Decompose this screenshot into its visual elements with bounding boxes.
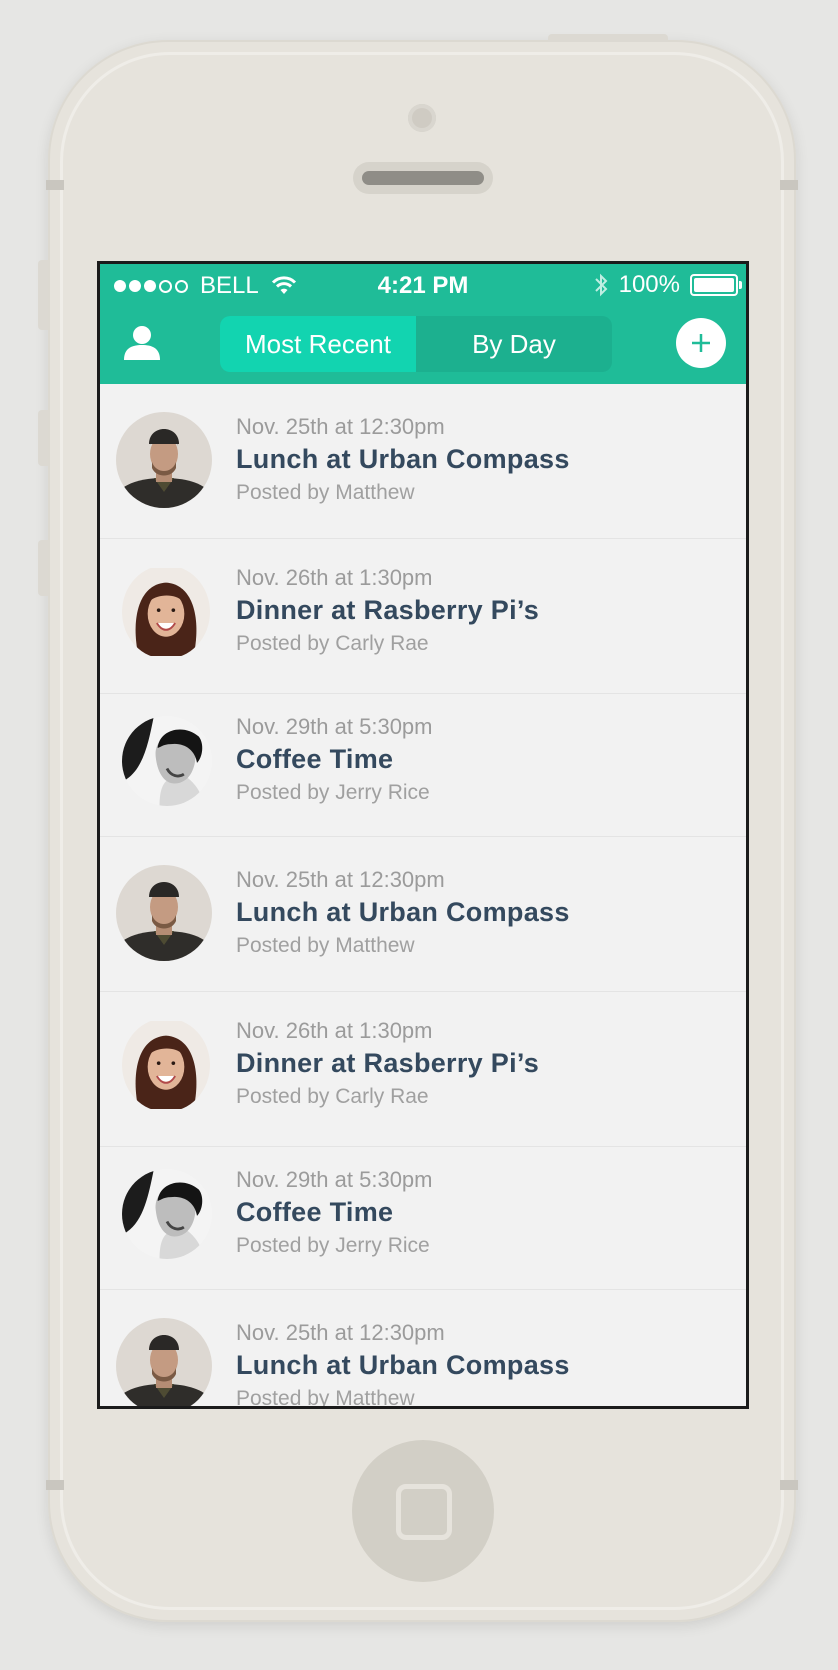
antenna-band bbox=[46, 1480, 64, 1490]
antenna-band bbox=[46, 180, 64, 190]
list-item[interactable]: Nov. 29th at 5:30pm Coffee Time Posted b… bbox=[100, 694, 746, 837]
tab-by-day[interactable]: By Day bbox=[416, 316, 612, 372]
avatar-man-profile bbox=[122, 1169, 212, 1259]
profile-icon[interactable] bbox=[120, 320, 164, 364]
item-date: Nov. 25th at 12:30pm bbox=[236, 414, 445, 439]
avatar-man-beanie bbox=[116, 1318, 212, 1406]
earpiece-speaker bbox=[353, 162, 493, 194]
avatar bbox=[122, 565, 210, 659]
item-date: Nov. 26th at 1:30pm bbox=[236, 565, 433, 590]
list-item[interactable]: Nov. 26th at 1:30pm Dinner at Rasberry P… bbox=[100, 539, 746, 694]
item-date: Nov. 25th at 12:30pm bbox=[236, 867, 445, 892]
avatar bbox=[116, 865, 212, 961]
avatar-woman-smiling bbox=[122, 1021, 210, 1109]
app-screen: BELL 4:21 PM 100% Most Recent By Day Nov… bbox=[97, 261, 749, 1409]
list-item[interactable]: Nov. 26th at 1:30pm Dinner at Rasberry P… bbox=[100, 992, 746, 1147]
item-poster: Posted by Matthew bbox=[236, 934, 415, 957]
mute-switch bbox=[38, 260, 48, 330]
item-date: Nov. 29th at 5:30pm bbox=[236, 714, 433, 739]
item-title: Lunch at Urban Compass bbox=[236, 444, 570, 474]
volume-down-button bbox=[38, 540, 48, 596]
status-bar: BELL 4:21 PM 100% bbox=[100, 264, 746, 306]
power-button bbox=[548, 34, 668, 42]
list-item[interactable]: Nov. 29th at 5:30pm Coffee Time Posted b… bbox=[100, 1147, 746, 1290]
item-title: Lunch at Urban Compass bbox=[236, 897, 570, 927]
item-texts: Nov. 26th at 1:30pm Dinner at Rasberry P… bbox=[236, 565, 539, 656]
item-title: Lunch at Urban Compass bbox=[236, 1350, 570, 1380]
avatar bbox=[116, 1318, 212, 1406]
avatar-man-beanie bbox=[116, 865, 212, 961]
nav-bar: Most Recent By Day bbox=[100, 306, 746, 384]
status-right: 100% bbox=[593, 271, 742, 299]
item-texts: Nov. 26th at 1:30pm Dinner at Rasberry P… bbox=[236, 1018, 539, 1109]
front-camera bbox=[408, 104, 436, 132]
home-square-icon bbox=[396, 1484, 452, 1540]
item-texts: Nov. 25th at 12:30pm Lunch at Urban Comp… bbox=[236, 414, 570, 505]
battery-icon bbox=[690, 274, 742, 296]
bluetooth-icon bbox=[594, 273, 608, 297]
battery-level bbox=[694, 278, 734, 292]
item-poster: Posted by Matthew bbox=[236, 481, 415, 504]
plus-icon bbox=[692, 334, 710, 352]
avatar-woman-smiling bbox=[122, 568, 210, 656]
item-title: Coffee Time bbox=[236, 744, 394, 774]
avatar bbox=[116, 412, 212, 508]
list-item[interactable]: Nov. 25th at 12:30pm Lunch at Urban Comp… bbox=[100, 837, 746, 992]
item-poster: Posted by Jerry Rice bbox=[236, 781, 430, 804]
item-texts: Nov. 29th at 5:30pm Coffee Time Posted b… bbox=[236, 1167, 433, 1258]
add-button[interactable] bbox=[676, 318, 726, 368]
item-texts: Nov. 25th at 12:30pm Lunch at Urban Comp… bbox=[236, 1320, 570, 1406]
antenna-band bbox=[780, 1480, 798, 1490]
avatar-man-profile bbox=[122, 716, 212, 806]
item-texts: Nov. 25th at 12:30pm Lunch at Urban Comp… bbox=[236, 867, 570, 958]
item-title: Coffee Time bbox=[236, 1197, 394, 1227]
item-date: Nov. 26th at 1:30pm bbox=[236, 1018, 433, 1043]
tab-most-recent[interactable]: Most Recent bbox=[220, 316, 416, 372]
item-poster: Posted by Matthew bbox=[236, 1387, 415, 1406]
item-date: Nov. 29th at 5:30pm bbox=[236, 1167, 433, 1192]
avatar bbox=[122, 1018, 210, 1112]
list-item[interactable]: Nov. 25th at 12:30pm Lunch at Urban Comp… bbox=[100, 384, 746, 539]
item-title: Dinner at Rasberry Pi’s bbox=[236, 595, 540, 625]
antenna-band bbox=[780, 180, 798, 190]
item-texts: Nov. 29th at 5:30pm Coffee Time Posted b… bbox=[236, 714, 433, 805]
item-poster: Posted by Carly Rae bbox=[236, 632, 429, 655]
battery-tip bbox=[739, 281, 742, 289]
view-toggle: Most Recent By Day bbox=[220, 316, 612, 372]
home-button[interactable] bbox=[352, 1440, 494, 1582]
feed-list: Nov. 25th at 12:30pm Lunch at Urban Comp… bbox=[100, 384, 746, 1406]
battery-percent: 100% bbox=[618, 271, 680, 298]
item-poster: Posted by Jerry Rice bbox=[236, 1234, 430, 1257]
avatar bbox=[122, 1169, 212, 1259]
volume-up-button bbox=[38, 410, 48, 466]
avatar-man-beanie bbox=[116, 412, 212, 508]
item-date: Nov. 25th at 12:30pm bbox=[236, 1320, 445, 1345]
item-poster: Posted by Carly Rae bbox=[236, 1085, 429, 1108]
item-title: Dinner at Rasberry Pi’s bbox=[236, 1048, 540, 1078]
avatar bbox=[122, 716, 212, 806]
list-item[interactable]: Nov. 25th at 12:30pm Lunch at Urban Comp… bbox=[100, 1290, 746, 1406]
